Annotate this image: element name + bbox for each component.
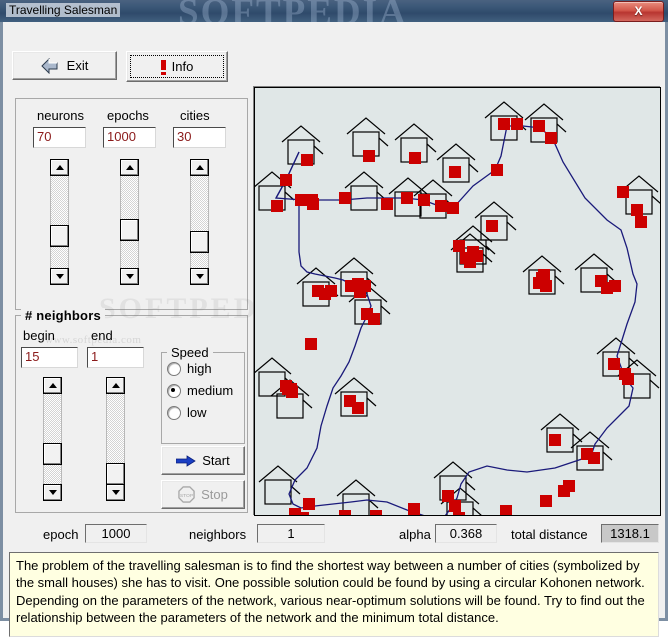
radio-speed-low[interactable]: low [167,405,207,420]
cities-scrollbar-down-button[interactable] [190,268,209,285]
status-alpha-value: 0.368 [435,524,497,543]
titlebar-watermark: SOFTPEDIA [178,0,408,22]
description-text: The problem of the travelling salesman i… [9,552,659,637]
arrow-up-icon [48,383,57,388]
status-epoch-label: epoch [43,527,79,542]
info-button-label: Info [171,59,194,74]
stop-button: STOP Stop [161,480,245,509]
radio-speed-high[interactable]: high [167,361,212,376]
neighbors-begin-input[interactable]: 15 [21,347,78,368]
epochs-label: epochs [107,108,149,123]
radio-speed-medium[interactable]: medium [167,383,233,398]
end-label: end [91,328,113,343]
info-button-content: Info [131,56,223,77]
radio-circle-icon [167,405,181,420]
start-button-label: Start [202,453,230,468]
stop-button-label: Stop [201,487,228,502]
house [258,465,301,505]
neighbors-begin-scrollbar-track[interactable] [43,394,62,484]
cities-scrollbar[interactable] [190,159,209,285]
info-button[interactable]: Info [126,51,228,82]
neurons-scrollbar-thumb[interactable] [50,225,69,247]
neighbors-begin-scrollbar-thumb[interactable] [43,443,62,465]
arrow-down-icon [111,490,120,495]
neurons-scrollbar-up-button[interactable] [50,159,69,176]
svg-text:STOP: STOP [180,493,194,499]
neurons-scrollbar-track[interactable] [50,176,69,268]
close-button[interactable]: X [613,1,664,22]
info-button-focus-rect: Info [130,55,224,78]
neighbors-begin-scrollbar[interactable] [43,377,62,501]
status-neighbors-value: 1 [257,524,325,543]
epochs-scrollbar[interactable] [120,159,139,285]
cities-scrollbar-up-button[interactable] [190,159,209,176]
tsp-canvas[interactable] [254,87,661,516]
arrow-up-icon [125,165,134,170]
speed-group-label: Speed [167,345,213,360]
status-epoch-value: 1000 [85,524,147,543]
client-area: Exit Info neurons epochs cities 70 1000 … [0,22,668,637]
cities-scrollbar-thumb[interactable] [190,231,209,253]
cities-scrollbar-track[interactable] [190,176,209,268]
radio-speed-medium-label: medium [187,383,234,398]
radio-circle-selected-icon [167,383,181,398]
status-total-distance-value: 1318.1 [601,524,659,543]
play-arrow-icon [176,454,197,467]
neighbors-end-scrollbar-thumb[interactable] [106,463,125,485]
epochs-scrollbar-down-button[interactable] [120,268,139,285]
epochs-scrollbar-up-button[interactable] [120,159,139,176]
application-window: SOFTPEDIA Travelling Salesman X Exit Inf… [0,0,668,637]
neighbors-end-scrollbar-down-button[interactable] [106,484,125,501]
arrow-up-icon [55,165,64,170]
epochs-input[interactable]: 1000 [103,127,156,148]
house [336,479,379,515]
neighbors-end-scrollbar[interactable] [106,377,125,501]
neighbors-end-scrollbar-up-button[interactable] [106,377,125,394]
radio-speed-low-label: low [187,405,207,420]
status-alpha-label: alpha [399,527,431,542]
arrow-down-icon [55,274,64,279]
neighbors-begin-scrollbar-up-button[interactable] [43,377,62,394]
neighbors-group-label: # neighbors [21,308,105,323]
exclamation-icon [160,59,166,75]
exit-button-content: Exit [13,52,116,79]
arrow-up-icon [111,383,120,388]
arrow-up-icon [195,165,204,170]
house [540,413,583,453]
house [344,171,387,211]
status-total-distance-label: total distance [511,527,588,542]
neurons-label: neurons [37,108,84,123]
cities-label: cities [180,108,210,123]
exit-arrow-icon [40,57,58,74]
title-bar: SOFTPEDIA Travelling Salesman X [0,0,668,22]
neighbors-begin-scrollbar-down-button[interactable] [43,484,62,501]
exit-button[interactable]: Exit [12,51,117,80]
arrow-down-icon [48,490,57,495]
status-neighbors-label: neighbors [189,527,247,542]
window-title: Travelling Salesman [6,3,121,17]
arrow-down-icon [125,274,134,279]
neurons-input[interactable]: 70 [33,127,86,148]
cities-input[interactable]: 30 [173,127,226,148]
neighbors-end-input[interactable]: 1 [87,347,144,368]
radio-circle-icon [167,361,181,376]
start-button-content: Start [162,447,244,474]
stop-button-content: STOP Stop [162,481,244,508]
stop-sign-icon: STOP [178,486,195,503]
neuron-layer [271,118,647,515]
exit-button-label: Exit [66,58,89,73]
epochs-scrollbar-thumb[interactable] [120,219,139,241]
client-inner: Exit Info neurons epochs cities 70 1000 … [3,22,665,637]
begin-label: begin [23,328,55,343]
radio-speed-high-label: high [187,361,212,376]
tsp-plot [255,101,660,515]
house [433,461,476,501]
start-button[interactable]: Start [161,446,245,475]
status-bar: epoch 1000 neighbors 1 alpha 0.368 total… [9,523,659,548]
neurons-scrollbar[interactable] [50,159,69,285]
arrow-down-icon [195,274,204,279]
neurons-scrollbar-down-button[interactable] [50,268,69,285]
